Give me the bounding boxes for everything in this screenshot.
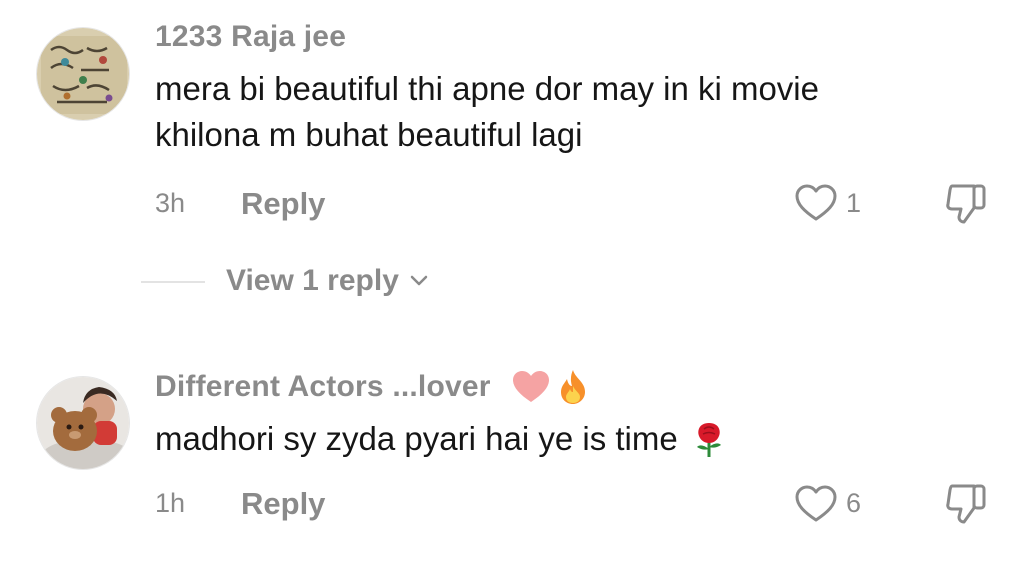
comment-text-content: madhori sy zyda pyari hai ye is time [155, 420, 678, 457]
rose-emoji-icon [696, 423, 721, 457]
calligraphy-avatar-icon [37, 28, 129, 120]
comment-username[interactable]: Different Actors ...lover [155, 368, 589, 406]
reply-button[interactable]: Reply [241, 186, 325, 222]
reply-button[interactable]: Reply [241, 486, 325, 522]
view-replies-label: View 1 reply [226, 264, 399, 297]
comment-time: 1h [155, 488, 186, 518]
comment-time: 3h [155, 188, 186, 218]
thumbs-down-icon [946, 184, 986, 224]
pink-heart-emoji-icon [512, 371, 549, 402]
thumbs-down-icon [946, 484, 986, 524]
like-count: 1 [846, 188, 862, 218]
comment-text: madhori sy zyda pyari hai ye is time [155, 416, 724, 462]
dislike-button[interactable] [944, 482, 990, 526]
like-count: 6 [846, 488, 862, 518]
view-replies-button[interactable]: View 1 reply [226, 264, 429, 298]
chevron-down-icon [410, 275, 428, 286]
fire-emoji-icon [560, 370, 585, 404]
heart-outline-icon [795, 485, 837, 522]
comment-text-line: mera bi beautiful thi apne dor may in ki… [155, 70, 819, 107]
child-with-teddy-avatar-icon [37, 377, 129, 469]
replies-divider [141, 281, 205, 283]
dislike-button[interactable] [944, 182, 990, 226]
comment-username[interactable]: 1233 Raja jee [155, 20, 346, 54]
comment-username-text: Different Actors ...lover [155, 370, 491, 403]
avatar[interactable] [36, 27, 130, 121]
like-button[interactable] [794, 484, 838, 524]
heart-outline-icon [795, 184, 837, 221]
comment-text: mera bi beautiful thi apne dor may in ki… [155, 66, 819, 158]
comment-text-line: khilona m buhat beautiful lagi [155, 116, 583, 153]
like-button[interactable] [794, 183, 838, 223]
avatar[interactable] [36, 376, 130, 470]
